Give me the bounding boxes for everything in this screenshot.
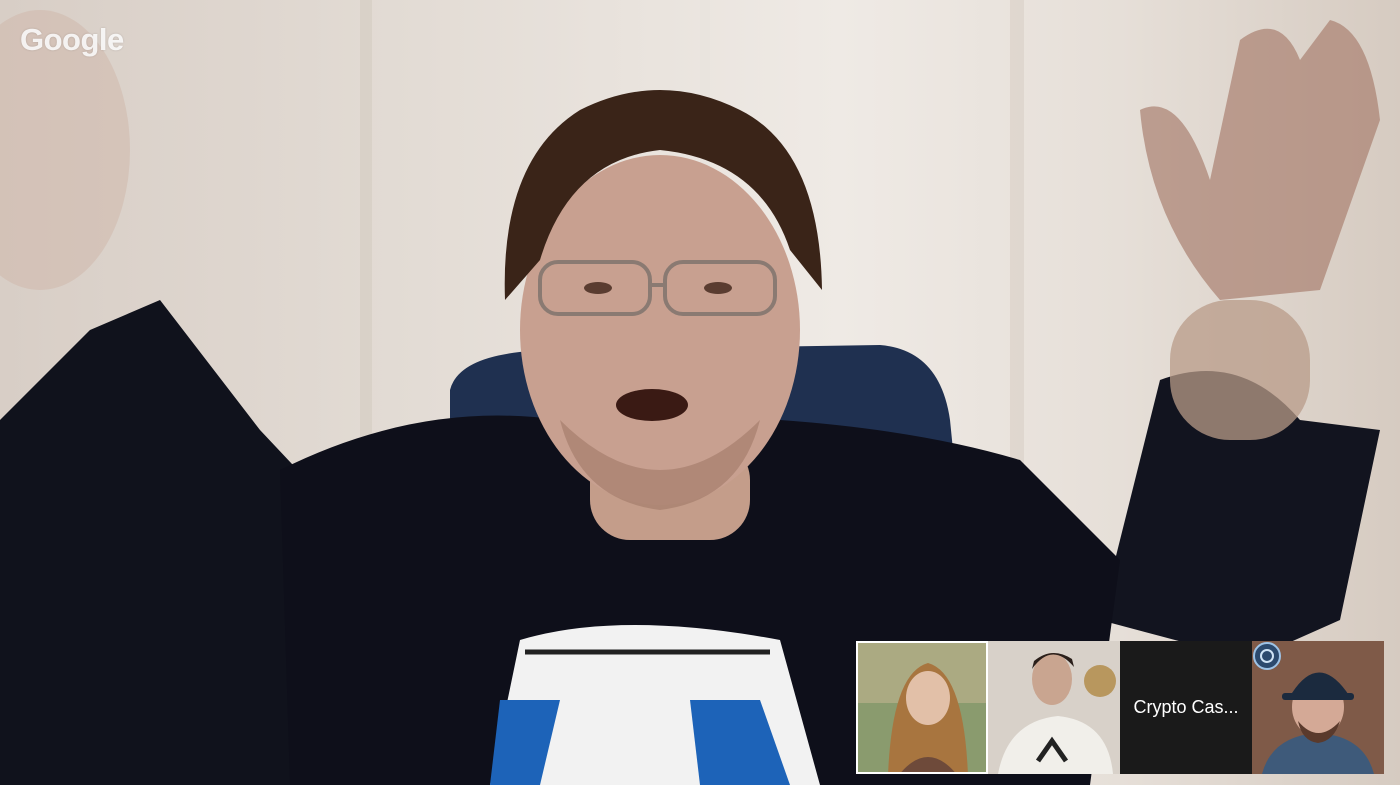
google-logo: Google: [20, 22, 124, 57]
participant-1-video: [858, 643, 986, 772]
participant-name-label: Crypto Cas...: [1133, 697, 1239, 717]
participant-thumbnail-2[interactable]: [988, 641, 1120, 774]
participant-thumbnail-3[interactable]: Crypto Cas...: [1120, 641, 1252, 774]
participant-filmstrip: Crypto Cas...: [856, 641, 1386, 774]
participant-2-video: [988, 641, 1120, 774]
participant-thumbnail-1[interactable]: [856, 641, 988, 774]
participant-thumbnail-4[interactable]: [1252, 641, 1384, 774]
broadcast-badge-icon: [1253, 642, 1281, 670]
